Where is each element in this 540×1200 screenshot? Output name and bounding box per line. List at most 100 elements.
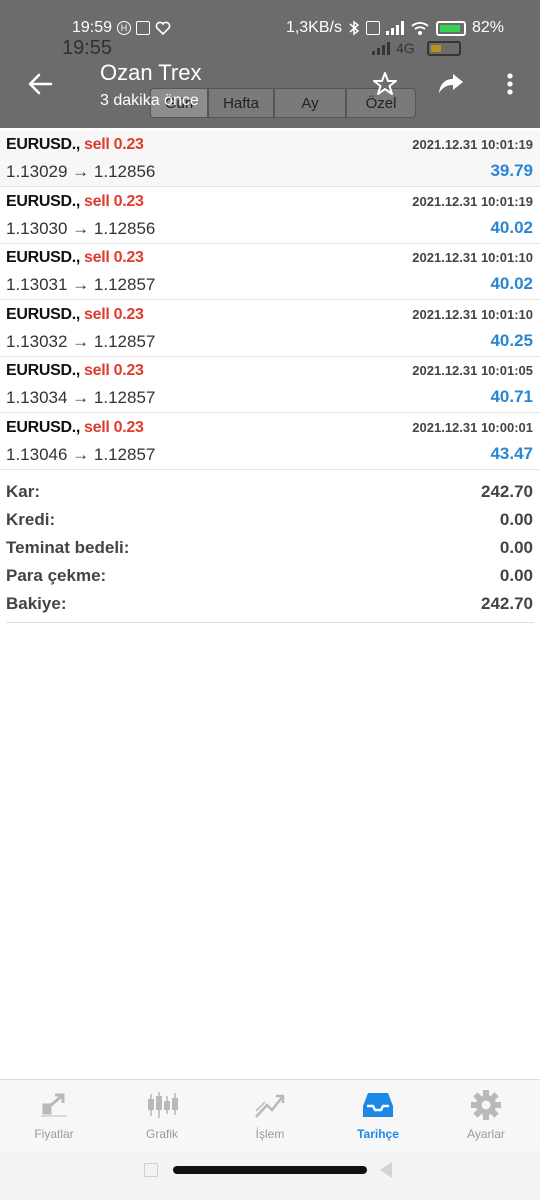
nav-label: Tarihçe [357,1127,399,1141]
tab-month[interactable]: Ay [274,88,346,118]
quotes-icon [37,1088,71,1122]
network-speed: 1,3KB/s [285,19,342,36]
heart-icon [155,21,171,35]
summary-value: 0.00 [499,538,533,557]
table-row[interactable]: EURUSD., sell 0.23 1.13034 → 1.12857 202… [0,357,540,413]
trade-time: 2021.12.31 10:01:05 [412,363,533,378]
table-row[interactable]: EURUSD., sell 0.23 1.13032 → 1.12857 202… [0,301,540,357]
table-row[interactable]: EURUSD., sell 0.23 1.13030 → 1.12856 202… [0,188,540,244]
trade-icon [253,1088,287,1122]
table-row[interactable]: EURUSD., sell 0.23 1.13046 → 1.12857 202… [0,414,540,470]
summary-value: 242.70 [481,482,533,501]
trade-symbol: EURUSD., [6,249,81,266]
summary-row-withdrawal: Para çekme: 0.00 [0,563,540,591]
trade-time: 2021.12.31 10:01:10 [412,250,533,265]
trade-time: 2021.12.31 10:01:19 [412,137,533,152]
trade-side: sell 0.23 [84,193,144,210]
battery-icon [435,20,466,36]
trade-prices: 1.13032 → 1.12857 [6,332,156,351]
summary-label: Teminat bedeli: [6,538,130,557]
nav-settings[interactable]: Ayarlar [432,1080,540,1152]
trade-time: 2021.12.31 10:01:10 [412,307,533,322]
bottom-navigation: Fiyatlar Grafik İşlem Tarihçe Ayarlar [0,1079,540,1151]
share-icon [439,74,463,93]
nav-label: Grafik [145,1127,178,1141]
history-icon [361,1088,395,1122]
summary-value: 0.00 [499,510,533,529]
nav-trade[interactable]: İşlem [216,1080,324,1152]
trade-side: sell 0.23 [84,362,144,379]
trade-profit: 40.02 [490,218,533,237]
share-button[interactable] [433,66,469,102]
bluetooth-icon [349,20,360,36]
candlestick-icon [145,1088,179,1122]
favorite-button[interactable] [367,66,403,102]
trade-profit: 43.47 [490,444,533,463]
summary-row-credit: Kredi: 0.00 [0,507,540,535]
nav-label: Ayarlar [467,1127,505,1141]
back-arrow-icon [28,73,53,95]
back-triangle-icon [380,1162,392,1178]
summary-row-profit: Kar: 242.70 [0,479,540,507]
battery-percent: 82% [471,19,504,36]
summary-row-balance: Bakiye: 242.70 [0,591,540,619]
trade-side: sell 0.23 [84,136,144,153]
trade-prices: 1.13034 → 1.12857 [6,388,156,407]
more-menu-button[interactable] [492,66,528,102]
page-title: Ozan Trex [100,60,202,85]
trade-time: 2021.12.31 10:01:19 [412,194,533,209]
trade-side: sell 0.23 [84,419,144,436]
recents-icon [144,1163,158,1177]
star-icon [373,72,397,95]
volte-icon [365,21,380,35]
gear-icon [469,1088,503,1122]
h-icon: H [117,21,132,35]
page-subtitle: 3 dakika önce [100,92,199,109]
status-bar: 19:59 H 1,3KB/s 82% [0,0,540,40]
summary-label: Para çekme: [6,566,107,585]
package-icon [136,21,151,35]
nav-quotes[interactable]: Fiyatlar [0,1080,108,1152]
trade-profit: 40.25 [490,331,533,350]
tab-week[interactable]: Hafta [208,88,274,118]
summary-value: 242.70 [481,594,533,613]
nav-label: Fiyatlar [34,1127,74,1141]
home-gesture-handle[interactable] [173,1166,367,1174]
nav-label: İşlem [255,1127,285,1141]
trade-symbol: EURUSD., [6,193,81,210]
trade-symbol: EURUSD., [6,136,81,153]
table-row[interactable]: EURUSD., sell 0.23 1.13029 → 1.12856 202… [0,131,540,187]
trade-symbol: EURUSD., [6,362,81,379]
underlay-network: 4G [372,40,461,56]
wifi-icon [411,22,429,35]
trade-profit: 40.02 [490,274,533,293]
system-gesture-bar [0,1151,540,1200]
trade-symbol: EURUSD., [6,419,81,436]
trade-profit: 40.71 [490,387,533,406]
trade-prices: 1.13029 → 1.12856 [6,162,156,181]
nav-history[interactable]: Tarihçe [324,1080,432,1152]
summary-label: Kar: [6,482,41,501]
trade-symbol: EURUSD., [6,306,81,323]
signal-icon [385,21,404,35]
trade-prices: 1.13046 → 1.12857 [6,445,156,464]
status-time: 19:59 [72,19,113,36]
trade-side: sell 0.23 [84,306,144,323]
underlay-time: 19:55 [62,37,113,59]
status-right: 1,3KB/s 82% [286,19,504,37]
trade-profit: 39.79 [490,161,533,180]
header-overlay: 19:55 4G Gün Hafta Ay Özel 19:59 H 1,3KB… [0,0,540,128]
more-vert-icon [507,73,513,95]
nav-chart[interactable]: Grafik [108,1080,216,1152]
summary-label: Bakiye: [6,594,67,613]
back-button[interactable] [22,66,58,102]
summary-divider [6,622,534,623]
underlay-signal-icon [372,41,390,55]
underlay-battery-icon [426,40,461,56]
table-row[interactable]: EURUSD., sell 0.23 1.13031 → 1.12857 202… [0,244,540,300]
trade-time: 2021.12.31 10:00:01 [412,420,533,435]
summary-value: 0.00 [499,566,533,585]
trade-prices: 1.13031 → 1.12857 [6,275,156,294]
trade-side: sell 0.23 [84,249,144,266]
trade-prices: 1.13030 → 1.12856 [6,219,156,238]
